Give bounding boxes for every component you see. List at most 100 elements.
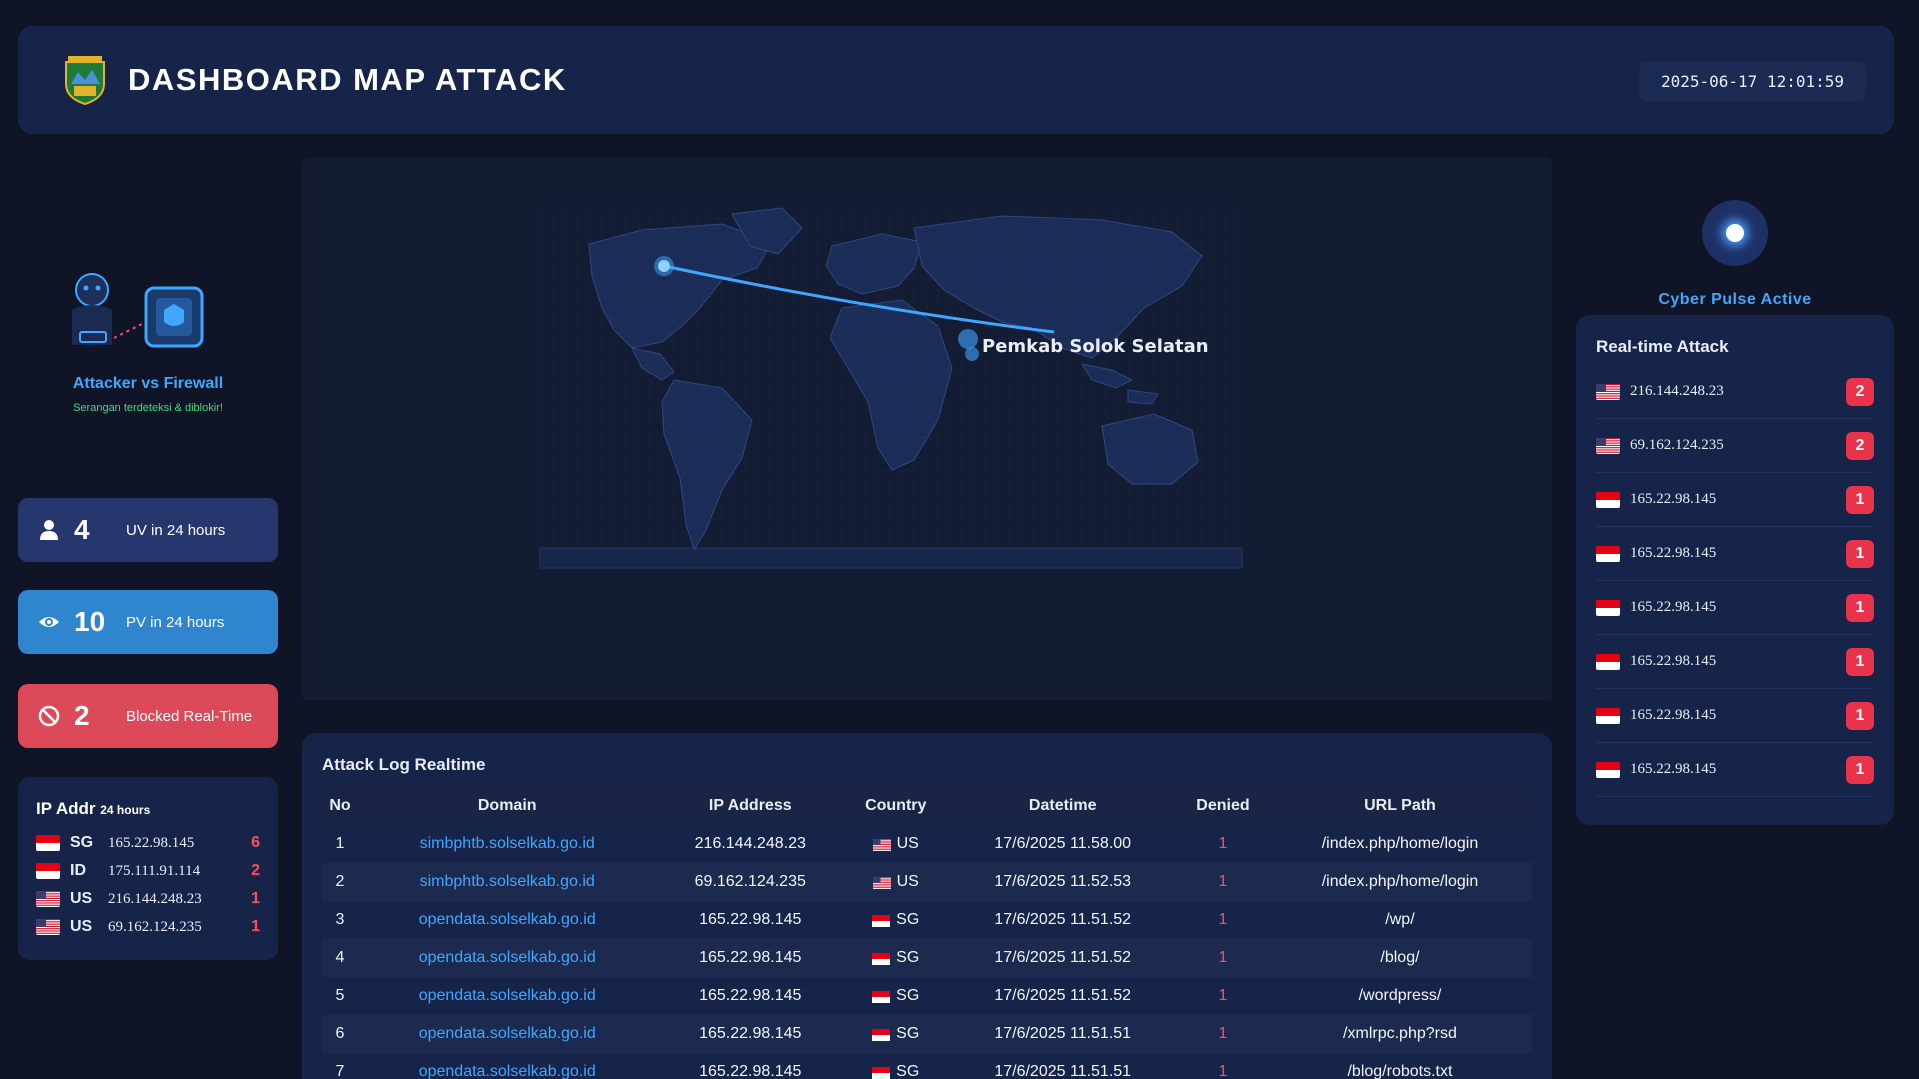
target-marker-secondary[interactable] <box>965 347 979 361</box>
cell-ip: 165.22.98.145 <box>699 911 802 928</box>
flag-id-icon <box>1596 761 1620 778</box>
cell-no: 1 <box>335 835 345 852</box>
cell-url-path: /wordpress/ <box>1358 987 1442 1004</box>
page-title: DASHBOARD MAP ATTACK <box>128 62 567 97</box>
attack-count-badge: 1 <box>1846 539 1874 568</box>
flag-id-icon <box>1596 707 1620 724</box>
flag-us-icon <box>1596 437 1620 454</box>
cell-country: SG <box>844 977 947 1015</box>
flag-id-icon <box>1596 545 1620 562</box>
cell-domain-link[interactable]: opendata.solselkab.go.id <box>358 977 657 1015</box>
pulse-label: Cyber Pulse Active <box>1658 291 1812 308</box>
realtime-ip: 216.144.248.23 <box>1630 383 1724 399</box>
cell-ip: 165.22.98.145 <box>699 987 802 1004</box>
header-bar: DASHBOARD MAP ATTACK 2025-06-17 12:01:59 <box>18 26 1894 134</box>
cell-ip: 69.162.124.235 <box>656 863 845 901</box>
ip-address: 216.144.248.23 <box>108 890 202 907</box>
column-header: Datetime <box>947 787 1178 825</box>
stat-unique-visitors: 4 UV in 24 hours <box>18 498 278 562</box>
cell-domain-link[interactable]: opendata.solselkab.go.id <box>358 901 657 939</box>
table-row[interactable]: 2 simbphtb.solselkab.go.id 69.162.124.235 U… <box>322 863 1532 901</box>
cell-url-path: /index.php/home/login <box>1321 835 1479 852</box>
flag-id-icon <box>872 914 891 927</box>
realtime-ip: 69.162.124.235 <box>1630 437 1724 453</box>
cell-url-path: /index.php/home/login <box>1267 863 1532 901</box>
logo-emblem-icon <box>65 56 105 106</box>
realtime-attack-item[interactable]: 165.22.98.145 1 <box>1596 581 1874 635</box>
illustration-title: Attacker vs Firewall <box>72 375 224 392</box>
stat-label: UV in 24 hours <box>126 521 226 539</box>
realtime-attack-item[interactable]: 165.22.98.145 1 <box>1596 743 1874 797</box>
cell-domain-link[interactable]: opendata.solselkab.go.id <box>357 939 657 977</box>
cell-ip: 216.144.248.23 <box>694 835 806 852</box>
cell-domain-link[interactable]: opendata.solselkab.go.id <box>358 1053 657 1079</box>
world-attack-map[interactable]: Pemkab Solok Selatan <box>302 158 1552 700</box>
datetime-display: 2025-06-17 12:01:59 <box>1638 62 1866 101</box>
flag-id-icon <box>872 1028 891 1041</box>
cell-domain-link[interactable]: simbphtb.solselkab.go.id <box>358 825 657 863</box>
cell-denied: 1 <box>1177 863 1268 901</box>
attack-count-badge: 1 <box>1846 701 1874 730</box>
target-marker[interactable] <box>958 329 978 349</box>
cell-url-path: /blog/robots.txt <box>1347 1063 1453 1079</box>
table-row[interactable]: 6 opendata.solselkab.go.id 165.22.98.145 SG… <box>322 1015 1532 1053</box>
flag-id-icon <box>872 990 891 1003</box>
cell-datetime: 17/6/2025 11.51.51 <box>947 1015 1178 1053</box>
realtime-attack-item[interactable]: 69.162.124.235 2 <box>1596 419 1874 473</box>
realtime-attack-item[interactable]: 165.22.98.145 1 <box>1596 527 1874 581</box>
column-header: Domain <box>357 787 657 825</box>
cell-denied: 1 <box>1218 911 1228 928</box>
cyber-pulse-indicator <box>1702 200 1768 266</box>
ip-row: ID 175.111.91.114 2 <box>36 857 260 885</box>
cell-denied: 1 <box>1218 987 1228 1004</box>
flag-id-icon <box>1596 653 1620 670</box>
country-code: SG <box>896 949 920 966</box>
column-header: Denied <box>1177 787 1268 825</box>
column-header: No <box>322 787 358 825</box>
country-code: US <box>896 835 919 852</box>
cell-denied: 1 <box>1218 835 1228 852</box>
table-row[interactable]: 3 opendata.solselkab.go.id 165.22.98.145 SG… <box>322 901 1532 939</box>
eye-icon <box>39 617 59 627</box>
table-row[interactable]: 5 opendata.solselkab.go.id 165.22.98.145 SG… <box>322 977 1532 1015</box>
ip-address-panel: IP Addr 24 hours SG 165.22.98.145 6 ID 175.1… <box>18 777 278 960</box>
cell-denied: 1 <box>1177 1015 1268 1053</box>
realtime-attack-item[interactable]: 165.22.98.145 1 <box>1596 473 1874 527</box>
ip-country: US <box>70 890 93 907</box>
cell-datetime: 17/6/2025 11.52.53 <box>947 863 1178 901</box>
attack-log-table: No Domain IP Address Country Datetime Denied U… <box>322 787 1532 1079</box>
attack-count-badge: 2 <box>1846 431 1874 460</box>
realtime-attack-item[interactable]: 165.22.98.145 1 <box>1596 689 1874 743</box>
realtime-attack-item[interactable]: 165.22.98.145 1 <box>1596 635 1874 689</box>
ip-address: 165.22.98.145 <box>108 834 195 851</box>
pulse-dot-icon <box>1726 224 1744 242</box>
cell-country: SG <box>844 939 948 977</box>
ip-panel-title: IP Addr <box>36 799 96 818</box>
flag-id-icon <box>36 863 60 879</box>
ip-country: SG <box>70 834 94 851</box>
illustration-subtitle: Serangan terdeteksi & diblokir! <box>73 402 223 414</box>
cell-domain-link[interactable]: simbphtb.solselkab.go.id <box>357 863 657 901</box>
target-label: Pemkab Solok Selatan <box>982 336 1209 357</box>
cell-datetime: 17/6/2025 11.51.52 <box>947 939 1178 977</box>
stat-value: 10 <box>74 606 106 637</box>
realtime-attack-item[interactable]: 216.144.248.23 2 <box>1596 365 1874 419</box>
stat-value: 2 <box>74 700 90 731</box>
ip-row: US 216.144.248.23 1 <box>36 885 260 913</box>
table-row[interactable]: 4 opendata.solselkab.go.id 165.22.98.145 SG… <box>322 939 1532 977</box>
realtime-ip: 165.22.98.145 <box>1630 653 1717 669</box>
stat-blocked: 2 Blocked Real-Time <box>18 684 278 748</box>
cell-no: 3 <box>335 911 345 928</box>
cell-ip: 165.22.98.145 <box>656 939 845 977</box>
stat-page-views: 10 PV in 24 hours <box>18 590 278 654</box>
table-row[interactable]: 7 opendata.solselkab.go.id 165.22.98.145 SG… <box>322 1053 1532 1079</box>
column-header: URL Path <box>1267 787 1532 825</box>
cell-country: SG <box>844 901 947 939</box>
cell-url-path: /blog/ <box>1267 939 1532 977</box>
realtime-ip: 165.22.98.145 <box>1630 491 1717 507</box>
country-code: SG <box>896 1025 920 1042</box>
cell-country: SG <box>844 1053 947 1079</box>
cell-domain-link[interactable]: opendata.solselkab.go.id <box>357 1015 657 1053</box>
world-map: Pemkab Solok Selatan <box>539 206 1243 569</box>
table-row[interactable]: 1 simbphtb.solselkab.go.id 216.144.248.23 U… <box>322 825 1532 863</box>
